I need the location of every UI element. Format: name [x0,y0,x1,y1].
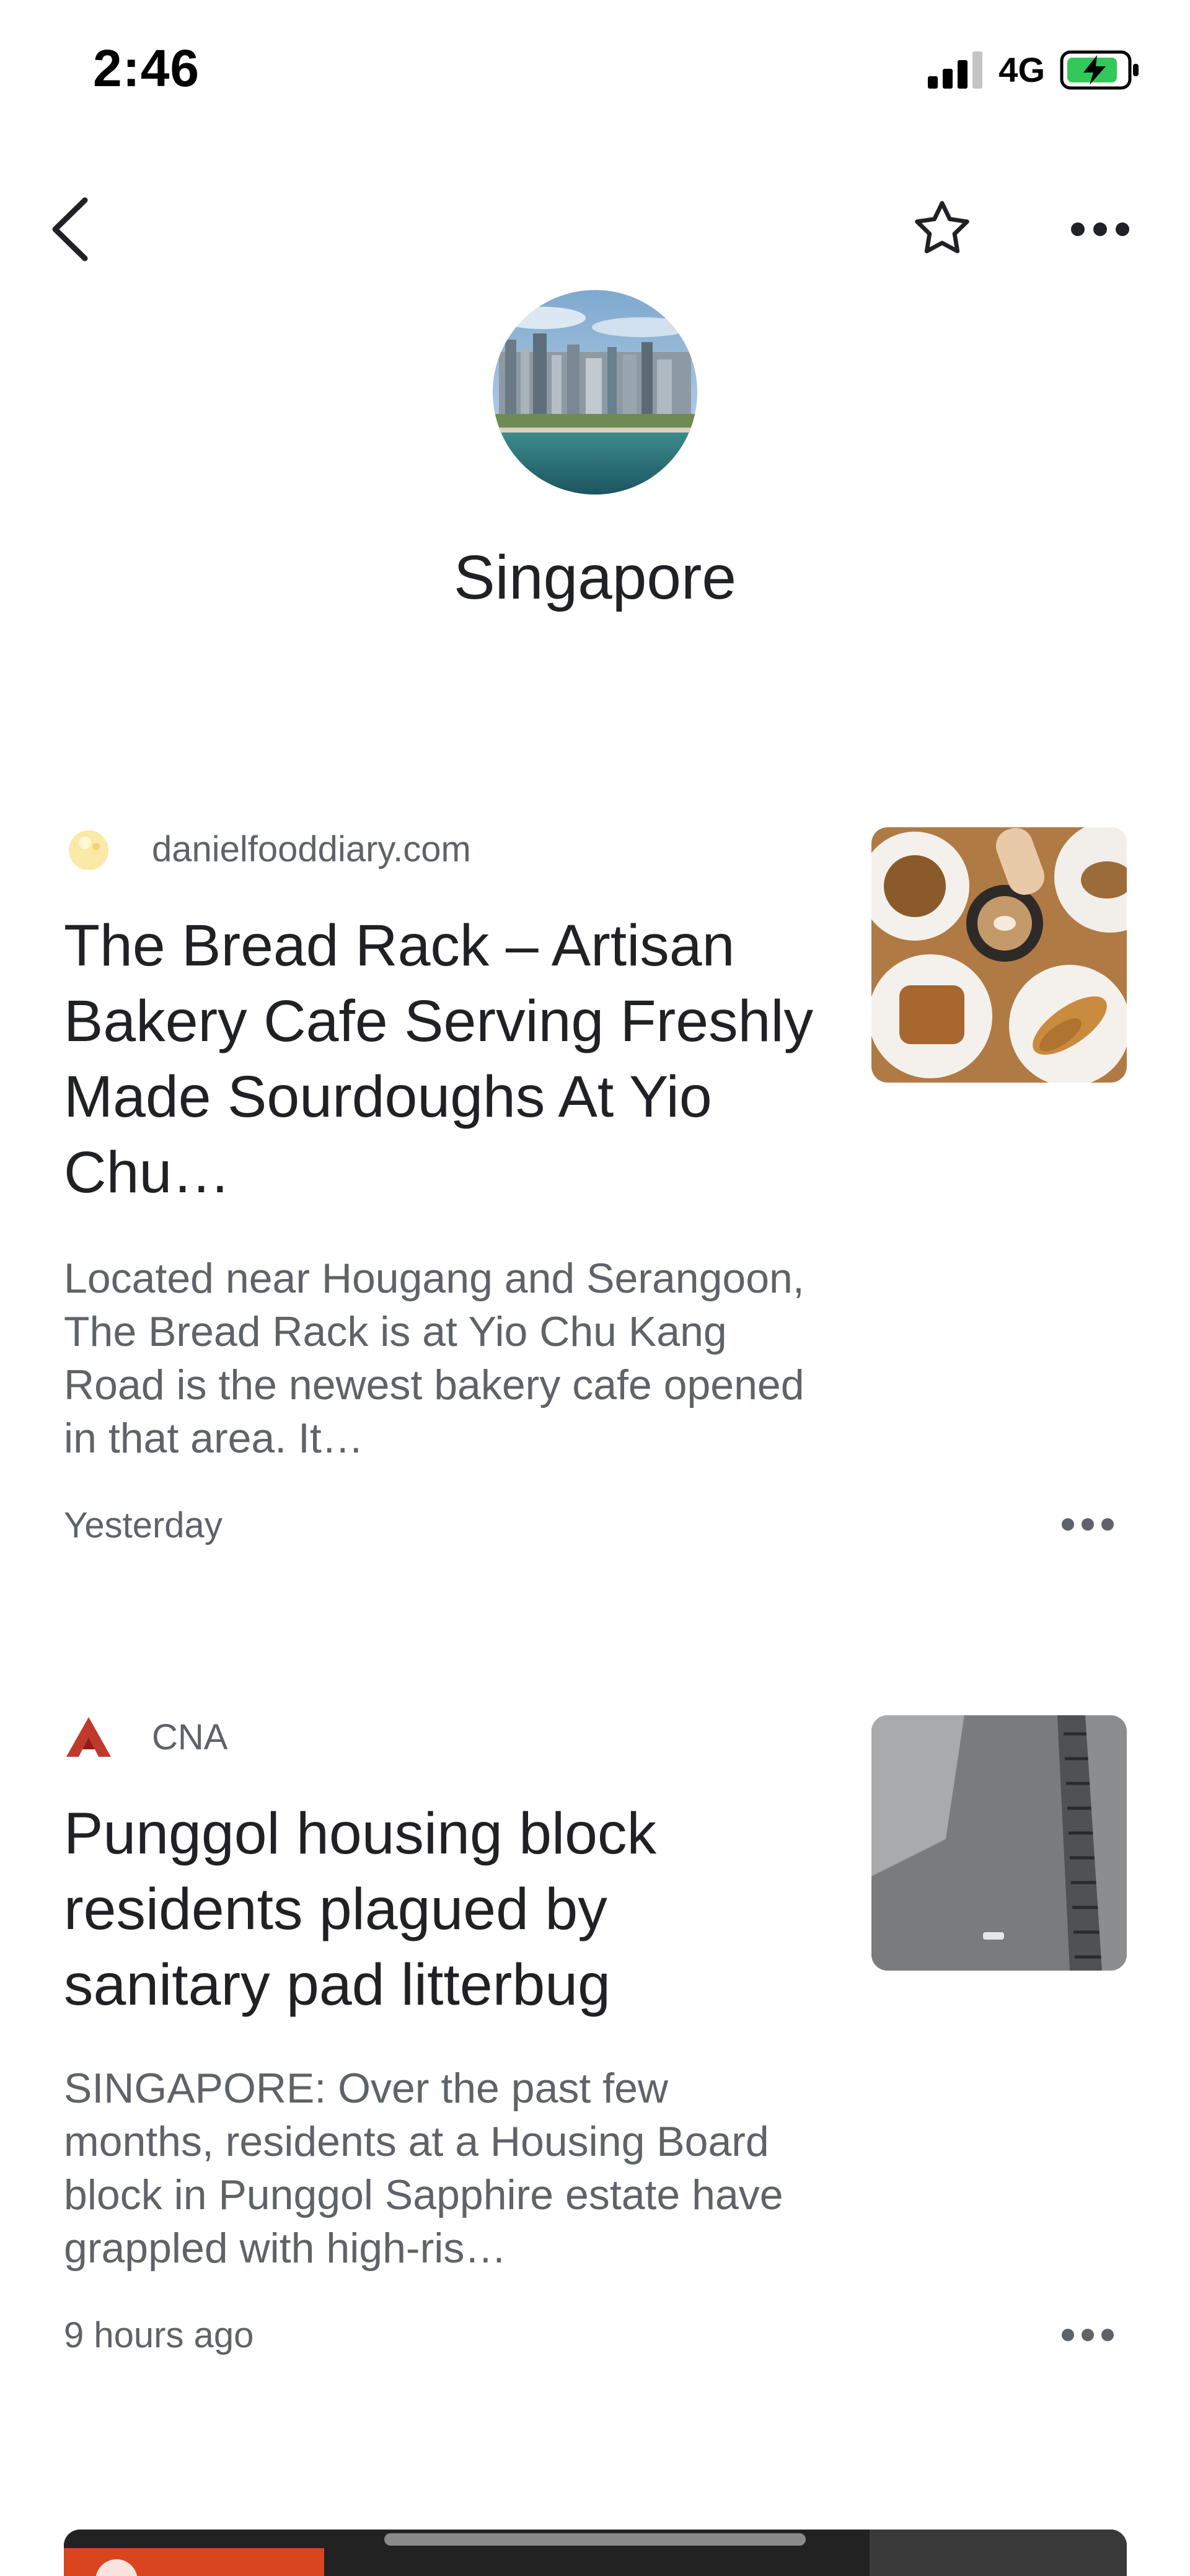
article-time: 9 hours ago [64,2315,254,2355]
article-headline[interactable]: Punggol housing block residents plagued … [64,1796,820,2023]
signal-icon [928,51,983,89]
home-indicator[interactable] [384,2533,806,2546]
more-options-button[interactable] [1054,183,1147,276]
topic-avatar [493,290,697,495]
source-name: danielfooddiary.com [152,829,471,869]
back-button[interactable] [25,183,118,276]
article-thumbnail[interactable] [871,827,1127,1083]
singapore-skyline-image [493,290,697,495]
article-thumbnail[interactable] [871,1715,1127,1971]
article-snippet: SINGAPORE: Over the past few months, res… [64,2065,783,2272]
more-horiz-icon [1062,2329,1114,2341]
article-source: CNA [64,1712,227,1762]
source-logo-icon [69,830,108,870]
cna-logo-icon [66,1717,111,1757]
article-headline[interactable]: The Bread Rack – Artisan Bakery Cafe Ser… [64,908,820,1210]
network-type: 4G [998,50,1045,89]
corridor-floor-image [871,1715,1127,1971]
follow-star-button[interactable] [896,183,989,276]
status-time: 2:46 [93,39,200,97]
star-outline-icon [915,201,969,253]
more-horiz-icon [1062,1518,1114,1531]
article-time: Yesterday [64,1505,223,1545]
bakery-food-image [871,827,1127,1083]
source-name: CNA [152,1717,228,1757]
chevron-left-icon [52,197,88,262]
topic-title: Singapore [454,543,736,612]
status-indicators: 4G [928,50,1140,90]
more-horiz-icon [1071,222,1129,236]
article-snippet: Located near Hougang and Serangoon, The … [64,1255,804,1462]
article-source: danielfooddiary.com [64,824,471,874]
battery-charging-icon [1060,50,1139,89]
status-bar: 2:46 4G [0,0,1190,143]
article-more-button[interactable] [1047,1493,1128,1555]
article-more-button[interactable] [1047,2304,1128,2366]
